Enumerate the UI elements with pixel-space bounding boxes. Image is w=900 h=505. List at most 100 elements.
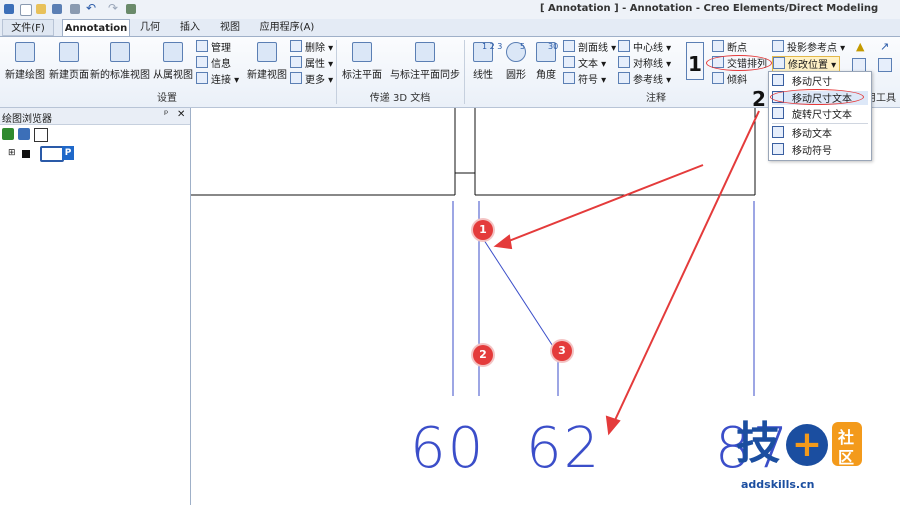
step-label-1: 1 <box>688 52 702 76</box>
tab-geometry[interactable]: 几何 <box>132 19 168 36</box>
grid-icon[interactable] <box>878 58 892 72</box>
redo-icon[interactable]: ↷ <box>108 1 118 15</box>
symmetry-line-label: 对称线 <box>633 59 663 70</box>
properties-button[interactable]: 属性 ▾ <box>290 56 333 70</box>
badge-3: 3 <box>552 341 572 361</box>
breakpoint-button[interactable]: 断点 <box>712 40 747 54</box>
more-button[interactable]: 更多 ▾ <box>290 72 333 86</box>
new-page-label: 新建页面 <box>49 70 89 81</box>
undo-icon[interactable]: ↶ <box>86 1 96 15</box>
tilt-button[interactable]: 倾斜 <box>712 72 747 86</box>
manage-button[interactable]: 管理 <box>196 40 231 54</box>
circle-dim-superscript: 5 <box>520 42 526 51</box>
print-icon[interactable] <box>70 4 80 14</box>
tools-icon[interactable] <box>126 4 136 14</box>
projection-ref-point-icon <box>772 40 784 52</box>
label-plane-button[interactable]: 标注平面 <box>340 40 384 81</box>
arrow-2 <box>608 110 760 434</box>
symbol-icon <box>563 72 575 84</box>
stagger-highlight <box>706 55 772 71</box>
new-drawing-button[interactable]: 新建绘图 <box>4 40 46 81</box>
new-page-button[interactable]: 新建页面 <box>48 40 90 81</box>
close-icon[interactable]: ✕ <box>177 109 185 120</box>
badge-2: 2 <box>473 345 493 365</box>
info-button[interactable]: 信息 <box>196 56 231 70</box>
new-page-icon <box>59 42 79 62</box>
symbol-button[interactable]: 符号 ▾ <box>563 72 606 86</box>
dependent-view-label: 从属视图 <box>153 70 193 81</box>
tab-applications[interactable]: 应用程序(A) <box>252 19 322 36</box>
projection-ref-point-label: 投影参考点 <box>787 43 837 54</box>
modify-position-label: 修改位置 <box>788 60 828 71</box>
menu-item-label: 移动尺寸 <box>792 77 832 88</box>
new-view-icon <box>257 42 277 62</box>
connect-icon <box>196 72 208 84</box>
new-view-button[interactable]: 新建视图 <box>246 40 288 81</box>
group-separator <box>464 40 465 104</box>
tab-insert[interactable]: 插入 <box>172 19 208 36</box>
select-arrow-icon[interactable]: ▲ <box>856 40 864 53</box>
section-line-button[interactable]: 剖面线 ▾ <box>563 40 616 54</box>
expand-icon[interactable]: ⊞ <box>8 148 16 158</box>
symbol-label: 符号 <box>578 75 598 86</box>
projection-ref-point-button[interactable]: 投影参考点 ▾ <box>772 40 845 54</box>
manage-icon <box>196 40 208 52</box>
tab-file[interactable]: 文件(F) <box>2 19 54 36</box>
delete-button[interactable]: 删除 ▾ <box>290 40 333 54</box>
dimension-text[interactable]: 62 <box>526 416 601 481</box>
dimension-text[interactable]: 60 <box>410 416 485 481</box>
center-line-icon <box>618 40 630 52</box>
window-title: [ Annotation ] - Annotation - Creo Eleme… <box>540 3 879 14</box>
center-line-button[interactable]: 中心线 ▾ <box>618 40 671 54</box>
modify-position-button[interactable]: 修改位置 ▾ <box>772 56 841 72</box>
delete-icon <box>290 40 302 52</box>
save-icon[interactable] <box>52 4 62 14</box>
logo-plus: + <box>786 424 828 466</box>
edit-icon[interactable] <box>852 58 866 72</box>
page-node-badge[interactable]: P <box>62 146 74 160</box>
delete-label: 删除 <box>305 43 325 54</box>
more-icon <box>290 72 302 84</box>
reference-line-button[interactable]: 参考线 ▾ <box>618 72 671 86</box>
info-icon <box>196 56 208 68</box>
new-standard-view-label: 新的标准视图 <box>90 70 150 81</box>
arrowhead-2 <box>605 415 621 436</box>
logo-char: 技 <box>736 418 780 469</box>
drawing-browser <box>0 108 191 505</box>
reference-line-label: 参考线 <box>633 75 663 86</box>
badge-1: 1 <box>473 220 493 240</box>
tab-view[interactable]: 视图 <box>212 19 248 36</box>
menu-item-move-dimension[interactable]: 移动尺寸 <box>772 74 868 88</box>
drawing-node-icon[interactable] <box>22 150 30 158</box>
symmetry-line-button[interactable]: 对称线 ▾ <box>618 56 671 70</box>
linear-dim-superscript: 1 2 3 <box>482 42 503 51</box>
text-label: 文本 <box>578 59 598 70</box>
sync-label-plane-button[interactable]: 与标注平面同步 <box>388 40 462 81</box>
arrow-1 <box>495 164 704 247</box>
section-line-icon <box>563 40 575 52</box>
text-button[interactable]: 文本 ▾ <box>563 56 606 70</box>
view-node-icon[interactable] <box>40 146 64 162</box>
pages-icon[interactable] <box>34 128 48 142</box>
label-plane-icon <box>352 42 372 62</box>
tree-icon[interactable] <box>2 128 14 140</box>
tilt-icon <box>712 72 724 84</box>
dependent-view-button[interactable]: 从属视图 <box>152 40 194 81</box>
app-icon[interactable] <box>4 4 14 14</box>
move-text-highlight <box>770 89 864 105</box>
filter-icon[interactable] <box>18 128 30 140</box>
linear-dim-label: 线性 <box>473 70 493 81</box>
pointer-icon[interactable]: ↗ <box>880 40 889 53</box>
sync-label-plane-label: 与标注平面同步 <box>390 70 460 81</box>
angle-dim-superscript: 30 <box>548 42 559 51</box>
circle-dim-button[interactable]: 圆形 <box>502 40 530 81</box>
open-folder-icon[interactable] <box>36 4 46 14</box>
pin-icon[interactable]: ᵖ <box>164 109 168 120</box>
logo-side-bottom: 区 <box>838 448 855 467</box>
new-view-label: 新建视图 <box>247 70 287 81</box>
new-file-icon[interactable] <box>20 4 32 16</box>
new-standard-view-button[interactable]: 新的标准视图 <box>90 40 150 81</box>
connect-button[interactable]: 连接 ▾ <box>196 72 239 86</box>
circle-dim-label: 圆形 <box>506 70 526 81</box>
dependent-view-icon <box>163 42 183 62</box>
